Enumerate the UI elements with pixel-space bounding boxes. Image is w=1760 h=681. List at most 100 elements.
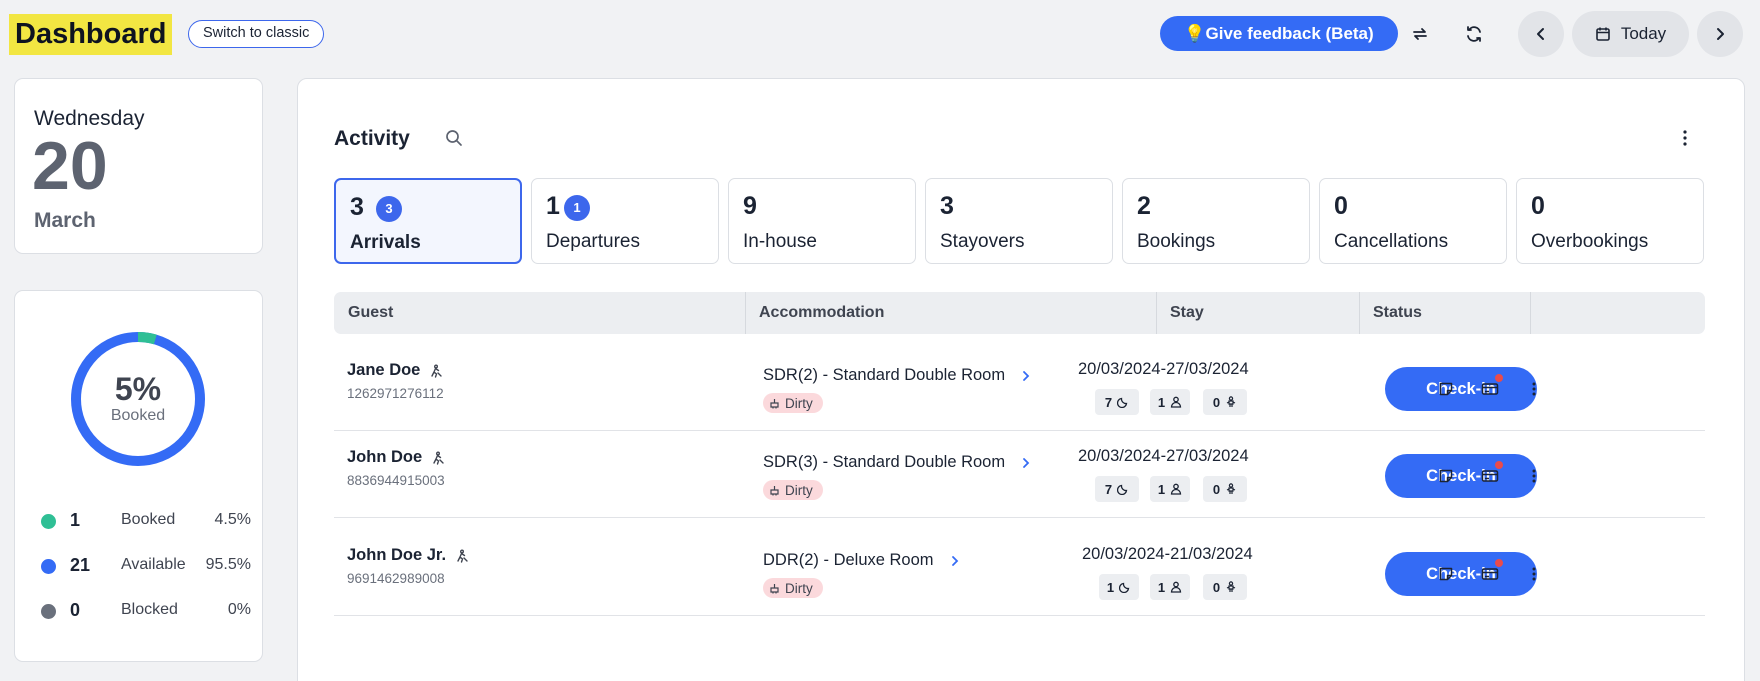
note-icon[interactable]	[1433, 561, 1459, 587]
next-day-button[interactable]	[1697, 11, 1743, 57]
nights-count: 1	[1106, 579, 1115, 595]
stat-label: Cancellations	[1334, 231, 1449, 252]
give-feedback-button[interactable]: 💡Give feedback (Beta)	[1160, 16, 1398, 51]
stay-dates: 20/03/2024-27/03/2024	[1078, 447, 1249, 465]
payment-card-icon[interactable]	[1477, 374, 1503, 402]
room-name: SDR(3) - Standard Double Room	[763, 453, 1006, 471]
person-icon	[1170, 396, 1182, 408]
row-menu-icon[interactable]	[1521, 463, 1547, 489]
adults-count: 1	[1157, 481, 1166, 497]
legend-count: 1	[70, 510, 81, 530]
nights-chip: 1	[1099, 574, 1139, 600]
booked-dot	[41, 514, 56, 529]
nights-count: 7	[1104, 394, 1113, 410]
nights-chip: 7	[1095, 389, 1139, 415]
stat-count: 1	[546, 192, 560, 220]
activity-panel: Activity 3 3 Arrivals 1 1 Departures 9 I…	[297, 78, 1745, 681]
children-count: 0	[1212, 394, 1221, 410]
legend-count: 0	[70, 600, 81, 620]
note-icon[interactable]	[1433, 376, 1459, 402]
tab-arrivals[interactable]: 3 3 Arrivals	[334, 178, 522, 264]
accommodation-link[interactable]: SDR(3) - Standard Double Room	[763, 453, 1031, 472]
stat-badge: 1	[564, 195, 590, 221]
child-icon	[1226, 396, 1236, 407]
swap-icon[interactable]	[1404, 18, 1436, 50]
cleaning-icon	[770, 485, 779, 495]
row-menu-icon[interactable]	[1521, 376, 1547, 402]
stat-count: 9	[743, 192, 757, 220]
previous-day-button[interactable]	[1518, 11, 1564, 57]
check-in-button[interactable]: Check-in	[1385, 552, 1537, 596]
column-stay: Stay	[1170, 304, 1204, 321]
chevron-right-icon	[1717, 28, 1724, 40]
top-bar: Dashboard Switch to classic 💡Give feedba…	[0, 0, 1760, 70]
payment-alert-dot	[1495, 461, 1503, 469]
guest-name-text: John Doe Jr.	[347, 546, 447, 564]
stat-count: 3	[940, 192, 954, 220]
moon-icon	[1117, 397, 1128, 408]
refresh-icon[interactable]	[1458, 18, 1490, 50]
nights-chip: 7	[1095, 476, 1139, 502]
chevron-left-icon	[1537, 28, 1544, 40]
room-name: SDR(2) - Standard Double Room	[763, 366, 1006, 384]
page-title: Dashboard	[9, 14, 173, 55]
tab-bookings[interactable]: 2 Bookings	[1122, 178, 1310, 264]
children-count: 0	[1212, 481, 1221, 497]
check-in-button[interactable]: Check-in	[1385, 454, 1537, 498]
note-icon[interactable]	[1433, 463, 1459, 489]
adults-chip: 1	[1150, 476, 1190, 502]
table-row: John Doe Jr. 9691462989008 DDR(2) - Delu…	[334, 519, 1705, 616]
dirty-label: Dirty	[785, 482, 813, 498]
tab-overbookings[interactable]: 0 Overbookings	[1516, 178, 1704, 264]
legend-booked: 1 Booked 4.5%	[41, 510, 251, 532]
search-icon[interactable]	[445, 129, 463, 152]
table-row: Jane Doe 1262971276112 SDR(2) - Standard…	[334, 334, 1705, 431]
payment-card-icon[interactable]	[1477, 461, 1503, 489]
check-in-button[interactable]: Check-in	[1385, 367, 1537, 411]
legend-percent: 0%	[227, 601, 251, 618]
blocked-dot	[41, 604, 56, 619]
today-label: Today	[1620, 24, 1667, 43]
child-icon	[1226, 483, 1236, 494]
child-icon	[1226, 581, 1236, 592]
adults-count: 1	[1157, 579, 1166, 595]
accommodation-link[interactable]: DDR(2) - Deluxe Room	[763, 551, 960, 570]
stat-count: 0	[1334, 192, 1348, 220]
moon-icon	[1119, 582, 1130, 593]
row-menu-icon[interactable]	[1521, 561, 1547, 587]
legend-blocked: 0 Blocked 0%	[41, 600, 251, 622]
children-chip: 0	[1203, 389, 1247, 415]
room-name: DDR(2) - Deluxe Room	[763, 551, 934, 569]
adults-chip: 1	[1150, 389, 1190, 415]
payment-alert-dot	[1495, 374, 1503, 382]
legend-count: 21	[70, 555, 91, 575]
guest-name[interactable]: John Doe	[347, 448, 444, 467]
more-options-icon[interactable]	[1676, 129, 1694, 152]
date-card: Wednesday 20 March	[14, 78, 263, 254]
month: March	[34, 209, 96, 232]
tab-stayovers[interactable]: 3 Stayovers	[925, 178, 1113, 264]
guest-name[interactable]: Jane Doe	[347, 361, 443, 380]
tab-departures[interactable]: 1 1 Departures	[531, 178, 719, 264]
guest-name[interactable]: John Doe Jr.	[347, 546, 468, 565]
adults-chip: 1	[1150, 574, 1190, 600]
accommodation-link[interactable]: SDR(2) - Standard Double Room	[763, 366, 1031, 385]
stat-label: Overbookings	[1531, 231, 1649, 252]
legend-label: Available	[121, 556, 186, 573]
legend-percent: 95.5%	[205, 556, 251, 573]
tab-in-house[interactable]: 9 In-house	[728, 178, 916, 264]
legend-available: 21 Available 95.5%	[41, 555, 251, 577]
switch-to-classic-button[interactable]: Switch to classic	[188, 20, 325, 48]
guest-name-text: Jane Doe	[347, 361, 421, 379]
table-header: Guest Accommodation Stay Status	[334, 292, 1705, 334]
day-number: 20	[32, 128, 108, 204]
legend-label: Booked	[121, 511, 176, 528]
housekeeping-badge: Dirty	[763, 578, 823, 598]
payment-card-icon[interactable]	[1477, 559, 1503, 587]
reservation-id: 9691462989008	[347, 571, 445, 586]
today-button[interactable]: Today	[1572, 11, 1689, 57]
tab-cancellations[interactable]: 0 Cancellations	[1319, 178, 1507, 264]
person-icon	[1170, 581, 1182, 593]
arriving-guest-icon	[433, 451, 444, 465]
column-guest: Guest	[348, 304, 394, 321]
